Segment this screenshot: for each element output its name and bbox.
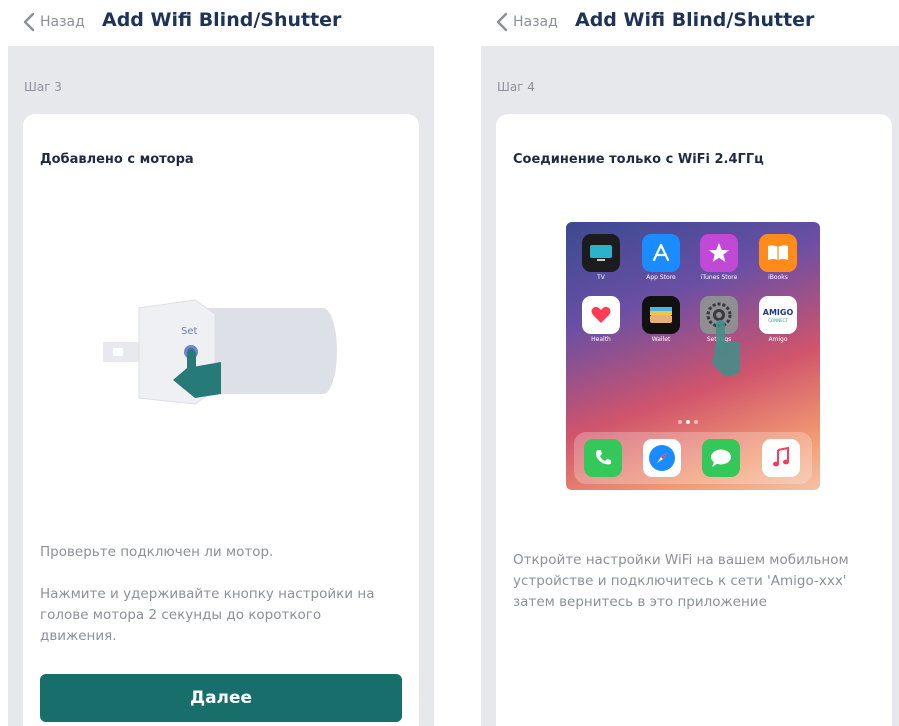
screen-step-3: Назад Add Wifi Blind/Shutter Шаг 3 Добав… — [8, 0, 434, 726]
app-store-icon — [642, 234, 680, 272]
instruction-card: Добавлено с мотора Set Проверьте подключ… — [23, 114, 419, 726]
amigo-logo-text: AMIGO — [762, 307, 794, 317]
app-label: Health — [591, 336, 611, 343]
page-indicator — [678, 420, 698, 424]
motor-illustration: Set — [103, 299, 337, 405]
content-area: Шаг 3 Добавлено с мотора Set Проверьте п… — [8, 46, 434, 726]
pointing-hand-icon — [712, 320, 740, 377]
instruction-text-2: Нажмите и удерживайте кнопку настройки н… — [40, 586, 375, 644]
itunes-store-icon — [700, 234, 738, 272]
back-label: Назад — [513, 14, 558, 30]
content-area: Шаг 4 Соединение только с WiFi 2.4ГГц TV… — [481, 46, 899, 726]
nav-header: Назад Add Wifi Blind/Shutter — [481, 0, 899, 46]
phone-icon — [584, 439, 622, 477]
phone-home-screen-illustration: TV App Store iTunes Store iBooks Health — [566, 222, 820, 490]
instruction-text: Откройте настройки WiFi на вашем мобильн… — [513, 552, 849, 610]
back-button[interactable]: Назад — [495, 12, 558, 32]
app-label: iTunes Store — [700, 274, 738, 281]
back-button[interactable]: Назад — [22, 12, 85, 32]
step-label: Шаг 3 — [24, 80, 62, 94]
ibooks-icon — [759, 234, 797, 272]
amigo-connect-icon: AMIGO CONNECT — [759, 296, 797, 334]
nav-header: Назад Add Wifi Blind/Shutter — [8, 0, 434, 46]
next-button[interactable]: Далее — [40, 674, 402, 722]
app-label: TV — [597, 274, 605, 281]
amigo-logo-sub: CONNECT — [768, 317, 788, 323]
page-title: Add Wifi Blind/Shutter — [102, 9, 342, 31]
wallet-icon — [642, 296, 680, 334]
app-label: Amigo — [768, 336, 788, 343]
back-label: Назад — [40, 14, 85, 30]
instruction-text-1: Проверьте подключен ли мотор. — [40, 544, 274, 560]
card-title: Добавлено с мотора — [40, 152, 194, 167]
instruction-card: Соединение только с WiFi 2.4ГГц TV App S… — [496, 114, 892, 726]
dock — [574, 432, 812, 484]
app-label: Wallet — [651, 336, 671, 343]
app-label: App Store — [646, 274, 676, 281]
page-title: Add Wifi Blind/Shutter — [575, 9, 815, 31]
music-icon — [762, 439, 800, 477]
safari-icon — [643, 439, 681, 477]
messages-icon — [702, 439, 740, 477]
chevron-left-icon — [23, 12, 35, 32]
tv-app-icon — [582, 234, 620, 272]
app-label: iBooks — [768, 274, 788, 281]
set-button-label: Set — [181, 326, 198, 337]
health-icon — [582, 296, 620, 334]
screen-step-4: Назад Add Wifi Blind/Shutter Шаг 4 Соеди… — [481, 0, 899, 726]
chevron-left-icon — [496, 12, 508, 32]
card-title: Соединение только с WiFi 2.4ГГц — [513, 152, 764, 167]
step-label: Шаг 4 — [497, 80, 535, 94]
